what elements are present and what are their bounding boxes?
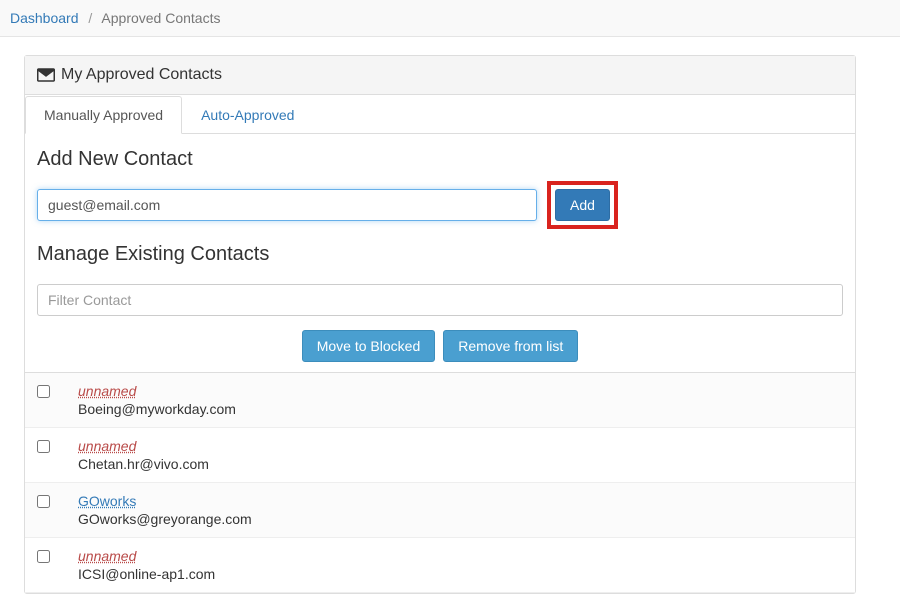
tab-auto-approved[interactable]: Auto-Approved xyxy=(182,96,313,134)
contact-name[interactable]: unnamed xyxy=(78,548,215,564)
contact-checkbox[interactable] xyxy=(37,385,50,398)
contact-list: unnamed Boeing@myworkday.com unnamed Chetan… xyxy=(25,372,855,593)
contact-email: ICSI@online-ap1.com xyxy=(78,566,215,582)
contact-name[interactable]: GOworks xyxy=(78,493,252,509)
contact-email: Chetan.hr@vivo.com xyxy=(78,456,209,472)
manage-contacts-section: Manage Existing Contacts xyxy=(25,237,855,284)
contact-row: unnamed Boeing@myworkday.com xyxy=(25,373,855,428)
remove-from-list-button[interactable]: Remove from list xyxy=(443,330,578,362)
contact-checkbox[interactable] xyxy=(37,440,50,453)
contact-name[interactable]: unnamed xyxy=(78,383,236,399)
add-contact-section: Add New Contact Add xyxy=(25,134,855,237)
approved-contacts-panel: My Approved Contacts Manually Approved A… xyxy=(24,55,856,594)
breadcrumb-current: Approved Contacts xyxy=(101,10,220,26)
add-contact-title: Add New Contact xyxy=(37,148,843,171)
add-button[interactable]: Add xyxy=(555,189,610,221)
bulk-action-row: Move to Blocked Remove from list xyxy=(25,324,855,372)
move-to-blocked-button[interactable]: Move to Blocked xyxy=(302,330,436,362)
contact-email: Boeing@myworkday.com xyxy=(78,401,236,417)
breadcrumb-separator: / xyxy=(88,10,92,26)
contact-row: unnamed ICSI@online-ap1.com xyxy=(25,538,855,593)
new-contact-input[interactable] xyxy=(37,189,537,221)
add-button-highlight: Add xyxy=(547,181,618,229)
contact-name[interactable]: unnamed xyxy=(78,438,209,454)
tab-manually-approved[interactable]: Manually Approved xyxy=(25,96,182,134)
contact-row: GOworks GOworks@greyorange.com xyxy=(25,483,855,538)
tabs: Manually Approved Auto-Approved xyxy=(25,95,855,134)
breadcrumb-root-link[interactable]: Dashboard xyxy=(10,10,79,26)
panel-title: My Approved Contacts xyxy=(61,66,222,84)
contact-checkbox[interactable] xyxy=(37,550,50,563)
breadcrumb: Dashboard / Approved Contacts xyxy=(0,0,900,37)
contact-row: unnamed Chetan.hr@vivo.com xyxy=(25,428,855,483)
panel-heading: My Approved Contacts xyxy=(25,56,855,95)
contact-checkbox[interactable] xyxy=(37,495,50,508)
filter-contact-input[interactable] xyxy=(37,284,843,316)
mail-icon xyxy=(37,68,55,82)
contact-email: GOworks@greyorange.com xyxy=(78,511,252,527)
manage-contacts-title: Manage Existing Contacts xyxy=(37,243,843,266)
